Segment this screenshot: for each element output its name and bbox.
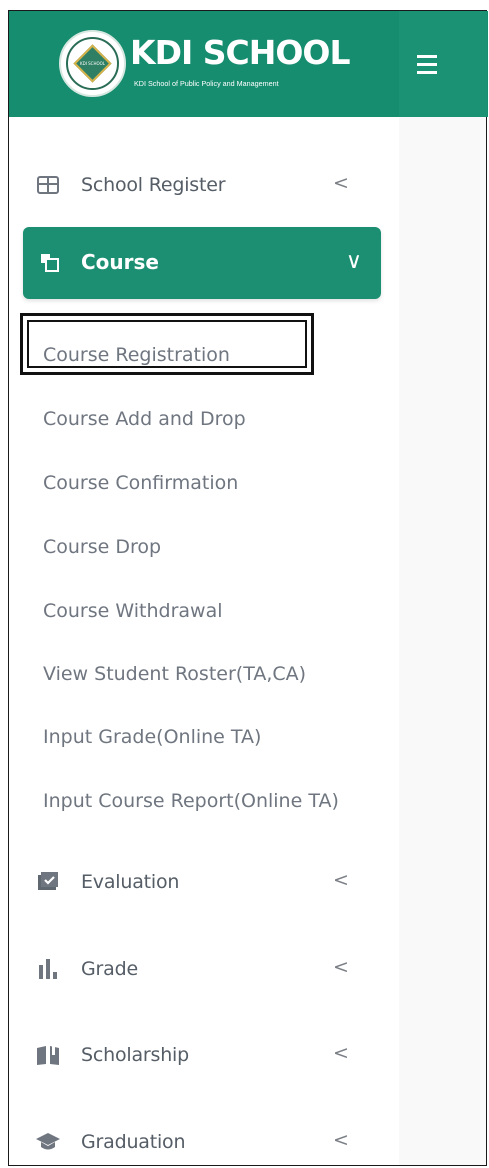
chevron-left-icon: < [333,869,349,891]
sidebar-item-grade[interactable]: Grade < [35,947,375,991]
hamburger-menu-icon[interactable] [415,46,451,82]
checked-image-icon [35,869,61,895]
sidebar-item-label: Course [81,250,159,274]
sidebar-navigation: School Register < Course ∨ Course Regist… [9,117,399,1165]
submenu-course-drop[interactable]: Course Drop [43,528,161,566]
submenu-view-student-roster[interactable]: View Student Roster(TA,CA) [43,655,306,693]
brand-area: KDI SCHOOL KDI SCHOOL KDI School of Publ… [9,11,399,117]
sidebar-item-graduation[interactable]: Graduation < [35,1120,375,1164]
hamburger-line [417,62,437,66]
sidebar-item-label: Grade [81,958,138,980]
sidebar-item-label: School Register [81,174,226,196]
graduation-cap-icon [35,1129,61,1155]
logo-subtitle: KDI School of Public Policy and Manageme… [134,79,279,88]
sidebar-item-course[interactable]: Course ∨ [23,227,381,299]
chevron-down-icon: ∨ [345,249,362,274]
kdi-school-seal-logo: KDI SCHOOL [59,30,126,97]
logo-title: KDI SCHOOL [130,33,350,72]
sidebar-item-label: Graduation [81,1131,186,1153]
bar-chart-icon [35,956,61,982]
hamburger-line [417,70,437,74]
chevron-left-icon: < [333,172,349,194]
sidebar-item-school-register[interactable]: School Register < [35,163,375,207]
submenu-input-grade[interactable]: Input Grade(Online TA) [43,718,261,756]
sidebar-item-evaluation[interactable]: Evaluation < [35,860,375,904]
selected-submenu-highlight [20,313,314,375]
top-header: KDI SCHOOL KDI SCHOOL KDI School of Publ… [9,11,488,117]
sidebar-item-label: Evaluation [81,871,180,893]
chevron-left-icon: < [333,956,349,978]
submenu-course-add-and-drop[interactable]: Course Add and Drop [43,400,246,438]
submenu-course-confirmation[interactable]: Course Confirmation [43,464,238,502]
sidebar-item-label: Scholarship [81,1044,189,1066]
submenu-input-course-report[interactable]: Input Course Report(Online TA) [43,782,339,820]
calendar-grid-icon [35,172,61,198]
submenu-course-withdrawal[interactable]: Course Withdrawal [43,592,223,630]
sidebar-item-scholarship[interactable]: Scholarship < [35,1033,375,1077]
stacked-pages-icon [39,252,63,276]
hamburger-line [417,54,437,58]
main-content-edge [399,117,486,1165]
app-frame: KDI SCHOOL KDI SCHOOL KDI School of Publ… [8,10,488,1166]
chevron-left-icon: < [333,1129,349,1151]
logo-seal-text: KDI SCHOOL [79,61,106,66]
open-book-icon [35,1042,61,1068]
chevron-left-icon: < [333,1042,349,1064]
